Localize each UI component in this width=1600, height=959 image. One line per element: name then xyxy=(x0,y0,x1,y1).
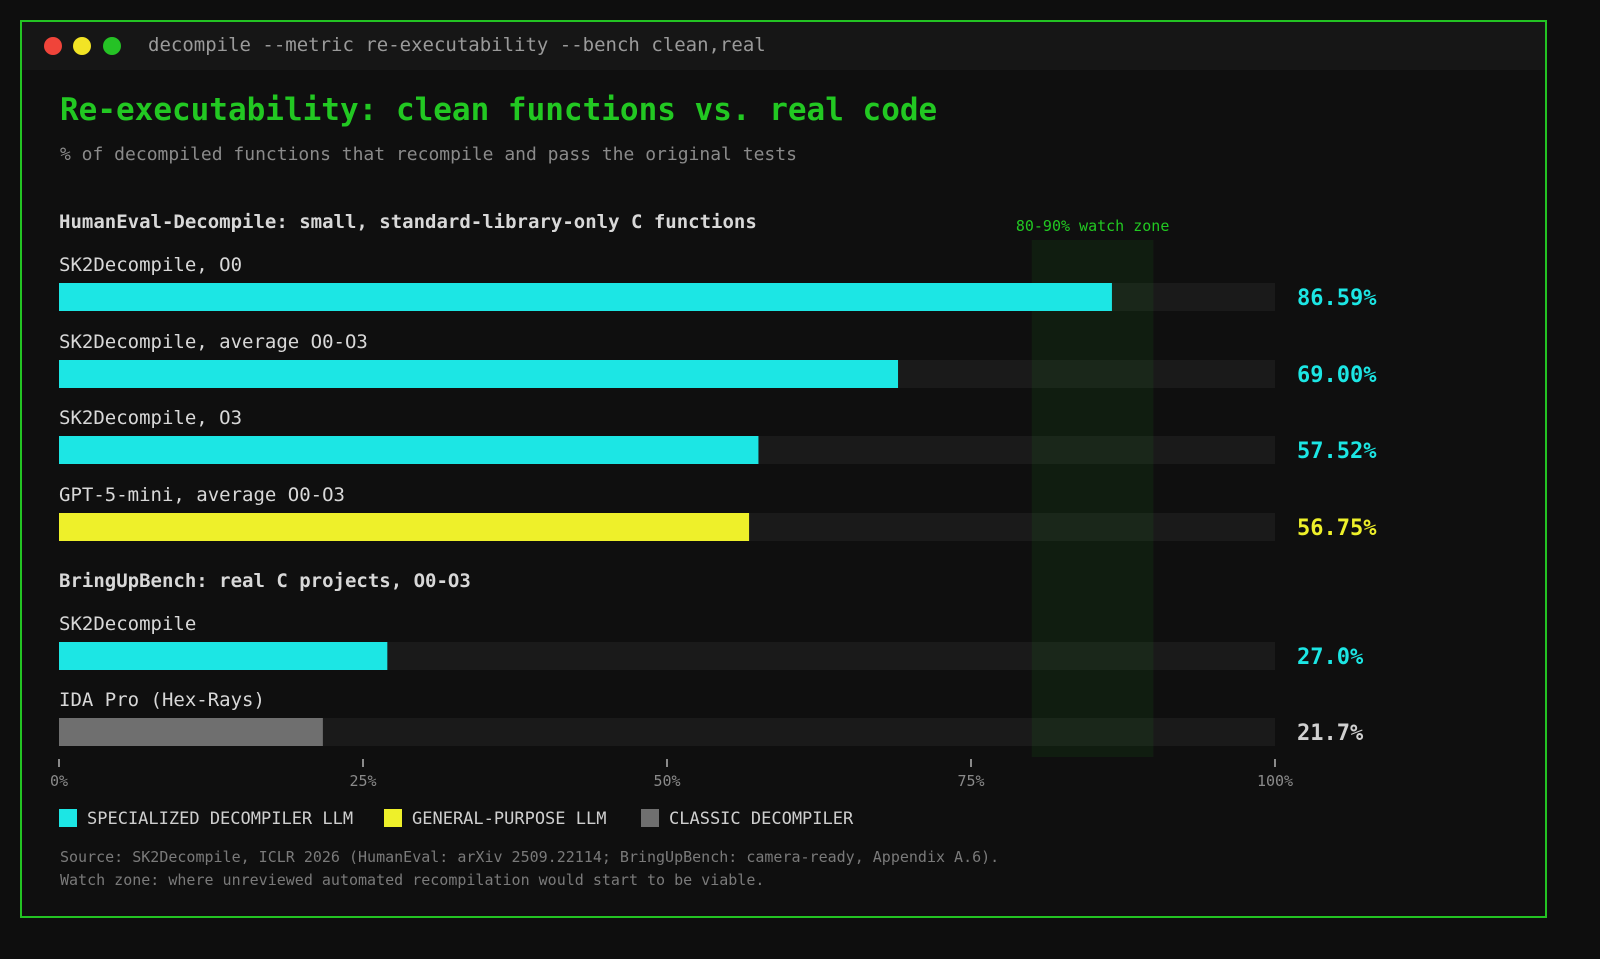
bar xyxy=(59,436,759,464)
bar-value-label: 86.59% xyxy=(1297,286,1377,311)
legend-swatch xyxy=(59,809,77,827)
bar-value-label: 56.75% xyxy=(1297,516,1377,541)
legend-swatch xyxy=(641,809,659,827)
x-tick-label: 25% xyxy=(349,772,376,790)
x-tick-label: 0% xyxy=(50,772,68,790)
bar-value-label: 27.0% xyxy=(1297,645,1364,670)
terminal-window: decompile --metric re-executability --be… xyxy=(20,20,1547,918)
bar-label: IDA Pro (Hex-Rays) xyxy=(59,689,265,711)
legend-label: SPECIALIZED DECOMPILER LLM xyxy=(87,809,353,829)
legend-label: GENERAL-PURPOSE LLM xyxy=(412,809,606,829)
watch-zone-note: Watch zone: where unreviewed automated r… xyxy=(60,871,765,889)
bar xyxy=(59,642,388,670)
bar-label: SK2Decompile, average O0-O3 xyxy=(59,331,368,353)
bar-label: SK2Decompile xyxy=(59,613,196,635)
bar-value-label: 57.52% xyxy=(1297,439,1377,464)
bar xyxy=(59,283,1112,311)
x-tick-label: 75% xyxy=(957,772,984,790)
legend-label: CLASSIC DECOMPILER xyxy=(669,809,854,829)
source-line: Source: SK2Decompile, ICLR 2026 (HumanEv… xyxy=(60,848,1000,866)
watch-zone-label: 80-90% watch zone xyxy=(1016,217,1170,235)
bar-value-label: 69.00% xyxy=(1297,363,1377,388)
bar-label: GPT-5-mini, average O0-O3 xyxy=(59,484,345,506)
watch-zone-band xyxy=(1031,240,1154,757)
bar xyxy=(59,360,899,388)
bar-chart: 80-90% watch zone HumanEval-Decompile: sm… xyxy=(50,211,1377,829)
bar xyxy=(59,513,750,541)
bar-label: SK2Decompile, O3 xyxy=(59,407,242,429)
group-title: HumanEval-Decompile: small, standard-lib… xyxy=(59,211,757,233)
source-note: Source: SK2Decompile, ICLR 2026 (HumanEv… xyxy=(60,846,999,892)
bar-value-label: 21.7% xyxy=(1297,721,1364,746)
x-tick-label: 50% xyxy=(653,772,680,790)
bar-label: SK2Decompile, O0 xyxy=(59,254,242,276)
group-title: BringUpBench: real C projects, O0-O3 xyxy=(59,570,471,592)
x-tick-label: 100% xyxy=(1257,772,1293,790)
legend-swatch xyxy=(384,809,402,827)
bar xyxy=(59,718,323,746)
